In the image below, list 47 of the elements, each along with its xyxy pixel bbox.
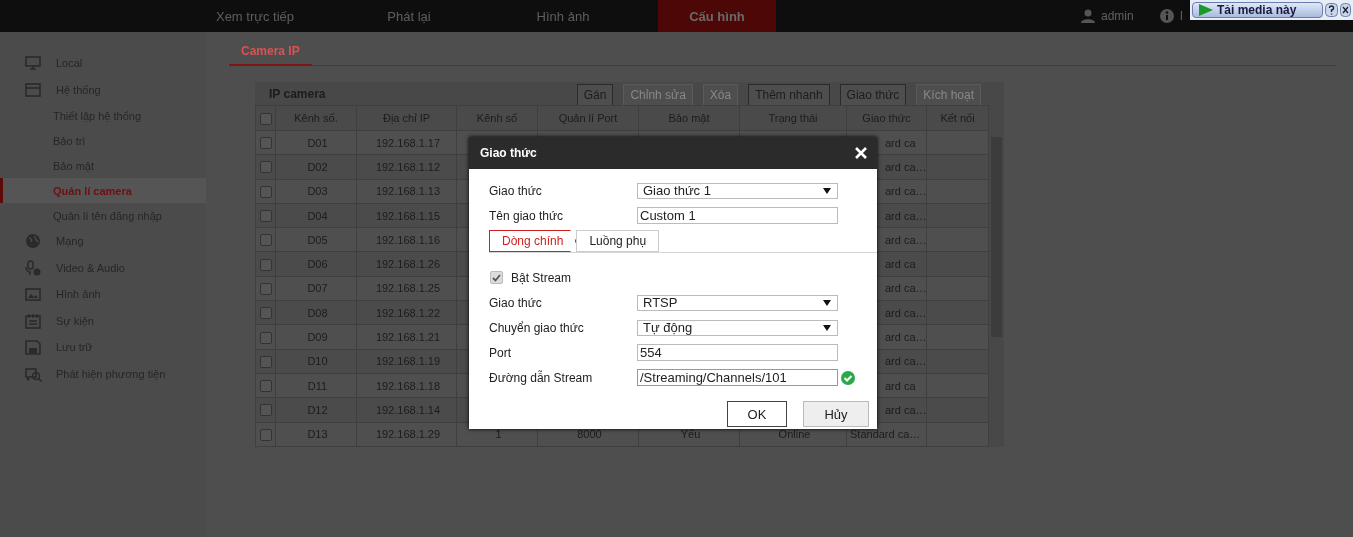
input-field[interactable]: /Streaming/Channels/101 — [637, 369, 838, 386]
info-icon — [1159, 9, 1174, 23]
username[interactable]: admin — [1100, 9, 1134, 23]
row-checkbox[interactable] — [259, 307, 272, 320]
info-link[interactable]: I — [1179, 9, 1183, 23]
cancel-button[interactable]: Hủy — [803, 401, 869, 427]
row-checkbox[interactable] — [259, 282, 272, 295]
field-label: Tên giao thức — [489, 208, 565, 223]
input-field[interactable]: 554 — [637, 344, 838, 361]
select-all-checkbox[interactable] — [259, 112, 272, 125]
row-checkbox[interactable] — [259, 185, 272, 198]
row-checkbox[interactable] — [259, 161, 272, 174]
field-label: Giao thức — [489, 295, 543, 310]
field-label: Đường dẫn Stream — [489, 370, 594, 385]
row-checkbox[interactable] — [259, 380, 272, 393]
nav-tab[interactable]: Phát lại — [350, 0, 468, 32]
dropdown[interactable]: Tự động — [637, 319, 838, 336]
row-checkbox[interactable] — [259, 258, 272, 271]
caret-icon — [823, 187, 831, 194]
dropdown[interactable]: Giao thức 1 — [637, 182, 838, 199]
row-checkbox[interactable] — [259, 404, 272, 417]
row-checkbox[interactable] — [259, 234, 272, 247]
dialog-title: Giao thức — [480, 146, 537, 160]
help-icon[interactable] — [1325, 3, 1338, 17]
page-tab[interactable]: Camera IP — [229, 44, 312, 66]
caret-icon — [823, 299, 831, 306]
sidebar-subitem[interactable]: Quản lí camera — [0, 178, 206, 203]
stream-tab[interactable]: Luồng phụ — [576, 230, 660, 252]
download-media-button[interactable]: Tải media này — [1192, 2, 1323, 18]
close-icon[interactable] — [1340, 3, 1351, 17]
ok-button[interactable]: OK — [727, 401, 787, 427]
field-label: Port — [489, 345, 512, 360]
field-label: Chuyển giao thức — [489, 320, 585, 335]
play-icon — [1199, 4, 1213, 16]
checkbox-label: Bật Stream — [511, 270, 572, 285]
row-checkbox[interactable] — [259, 331, 272, 344]
nav-tab[interactable]: Xem trực tiếp — [196, 0, 314, 32]
row-checkbox[interactable] — [259, 355, 272, 368]
row-checkbox[interactable] — [259, 428, 272, 441]
dropdown[interactable]: RTSP — [637, 294, 838, 311]
nav-tab[interactable]: Hình ảnh — [504, 0, 622, 32]
field-label: Giao thức — [489, 183, 543, 198]
nav-tab[interactable]: Cấu hình — [658, 0, 776, 32]
input-field[interactable]: Custom 1 — [637, 207, 838, 224]
row-checkbox[interactable] — [259, 210, 272, 223]
user-icon — [1080, 9, 1095, 23]
row-checkbox[interactable] — [259, 137, 272, 150]
